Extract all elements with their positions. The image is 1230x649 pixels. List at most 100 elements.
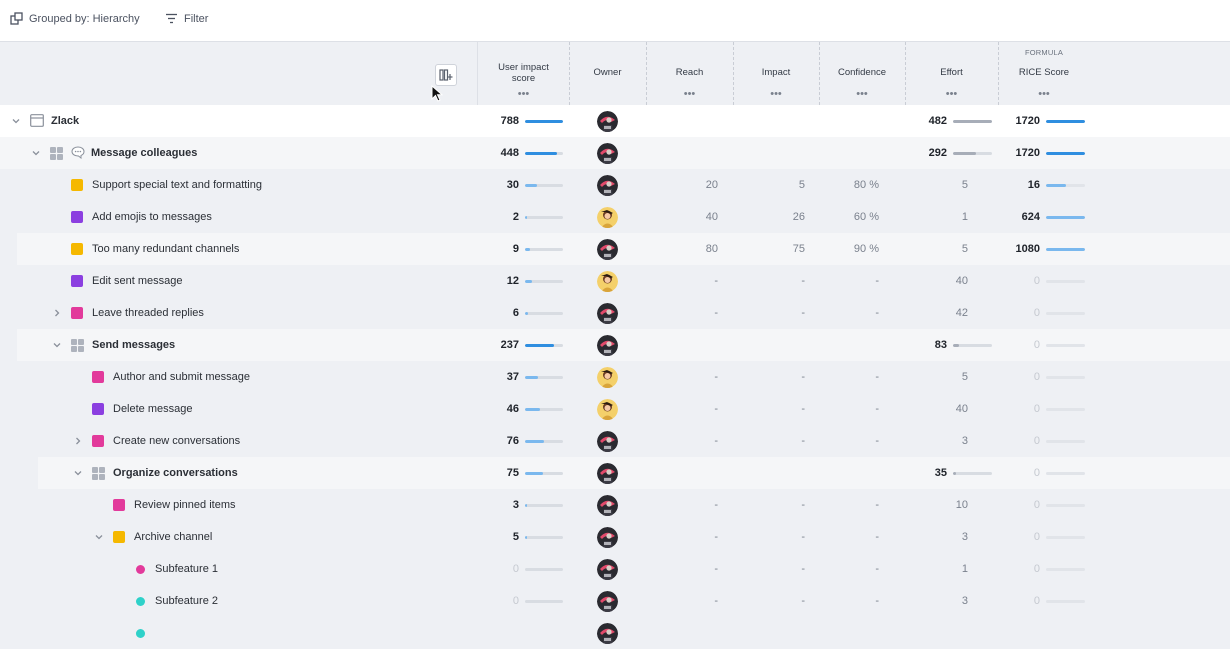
effort-value[interactable]: 35	[905, 457, 947, 489]
row-name[interactable]: Too many redundant channels	[92, 243, 239, 255]
effort-value[interactable]: 40	[905, 265, 968, 297]
reach-value[interactable]: -	[646, 265, 718, 297]
owner-cell[interactable]	[597, 425, 618, 457]
effort-value[interactable]: 482	[905, 105, 947, 137]
owner-cell[interactable]	[597, 617, 618, 649]
chevron-down-icon[interactable]	[51, 339, 63, 351]
confidence-value[interactable]: -	[819, 585, 879, 617]
impact-value[interactable]: -	[733, 297, 805, 329]
row-name[interactable]: Add emojis to messages	[92, 211, 212, 223]
effort-value[interactable]: 40	[905, 393, 968, 425]
reach-value[interactable]: 20	[646, 169, 718, 201]
chevron-down-icon[interactable]	[10, 115, 22, 127]
table-row[interactable]: Archive channel 5- - -3 0	[0, 521, 1230, 553]
column-menu-icon[interactable]: •••	[478, 89, 569, 100]
owner-cell[interactable]	[597, 297, 618, 329]
effort-value[interactable]: 3	[905, 585, 968, 617]
row-name-cell[interactable]: Author and submit message	[0, 361, 470, 393]
reach-value[interactable]	[646, 329, 718, 361]
owner-cell[interactable]	[597, 393, 618, 425]
group-row[interactable]: Organize conversations 75 35 0	[0, 457, 1230, 489]
owner-avatar[interactable]	[597, 622, 618, 644]
row-name-cell[interactable]: Add emojis to messages	[0, 201, 470, 233]
column-impact[interactable]: Impact •••	[733, 42, 819, 105]
confidence-value[interactable]: -	[819, 489, 879, 521]
effort-value[interactable]	[905, 617, 968, 649]
confidence-value[interactable]: -	[819, 553, 879, 585]
confidence-value[interactable]: -	[819, 265, 879, 297]
owner-cell[interactable]	[597, 329, 618, 361]
impact-value[interactable]	[733, 137, 805, 169]
reach-value[interactable]: -	[646, 489, 718, 521]
effort-value[interactable]: 10	[905, 489, 968, 521]
row-name[interactable]: Leave threaded replies	[92, 307, 204, 319]
owner-cell[interactable]	[597, 265, 618, 297]
owner-avatar[interactable]	[597, 558, 618, 580]
owner-avatar[interactable]	[597, 526, 618, 548]
reach-value[interactable]: 80	[646, 233, 718, 265]
row-name-cell[interactable]: Subfeature 1	[0, 553, 470, 585]
effort-value[interactable]: 5	[905, 233, 968, 265]
reach-value[interactable]	[646, 105, 718, 137]
owner-cell[interactable]	[597, 521, 618, 553]
effort-value[interactable]: 1	[905, 553, 968, 585]
owner-cell[interactable]	[597, 201, 618, 233]
effort-value[interactable]: 3	[905, 425, 968, 457]
column-menu-icon[interactable]: •••	[646, 89, 733, 100]
impact-value[interactable]: -	[733, 425, 805, 457]
owner-cell[interactable]	[597, 553, 618, 585]
impact-value[interactable]: -	[733, 393, 805, 425]
column-confidence[interactable]: Confidence •••	[819, 42, 905, 105]
row-name[interactable]: Subfeature 1	[155, 563, 218, 575]
confidence-value[interactable]: 90 %	[819, 233, 879, 265]
confidence-value[interactable]	[819, 457, 879, 489]
impact-value[interactable]: -	[733, 265, 805, 297]
column-menu-icon[interactable]: •••	[998, 89, 1090, 100]
owner-avatar[interactable]	[597, 462, 618, 484]
reach-value[interactable]: 40	[646, 201, 718, 233]
reach-value[interactable]: -	[646, 297, 718, 329]
table-row[interactable]	[0, 617, 1230, 649]
effort-value[interactable]: 83	[905, 329, 947, 361]
table-row[interactable]: Leave threaded replies 6- - -42 0	[0, 297, 1230, 329]
column-menu-icon[interactable]: •••	[733, 89, 819, 100]
row-name[interactable]: Create new conversations	[113, 435, 240, 447]
table-row[interactable]: Add emojis to messages 2 40 26 60 % 1 624	[0, 201, 1230, 233]
column-menu-icon[interactable]: •••	[905, 89, 998, 100]
table-row[interactable]: Author and submit message 37- - -5 0	[0, 361, 1230, 393]
owner-avatar[interactable]	[597, 590, 618, 612]
row-name-cell[interactable]: Send messages	[0, 329, 470, 361]
row-name[interactable]: Send messages	[92, 339, 175, 351]
column-reach[interactable]: Reach •••	[646, 42, 733, 105]
confidence-value[interactable]: -	[819, 521, 879, 553]
owner-avatar[interactable]	[597, 430, 618, 452]
row-name-cell[interactable]: Support special text and formatting	[0, 169, 470, 201]
impact-value[interactable]	[733, 329, 805, 361]
effort-value[interactable]: 292	[905, 137, 947, 169]
owner-avatar[interactable]	[597, 270, 618, 292]
row-name[interactable]: Archive channel	[134, 531, 212, 543]
impact-value[interactable]: 5	[733, 169, 805, 201]
owner-avatar[interactable]	[597, 302, 618, 324]
row-name-cell[interactable]: Archive channel	[0, 521, 470, 553]
table-row[interactable]: Create new conversations 76- - -3 0	[0, 425, 1230, 457]
owner-avatar[interactable]	[597, 366, 618, 388]
reach-value[interactable]	[646, 457, 718, 489]
chevron-down-icon[interactable]	[30, 147, 42, 159]
confidence-value[interactable]	[819, 617, 879, 649]
row-name[interactable]: Message colleagues	[91, 147, 197, 159]
row-name-cell[interactable]: Organize conversations	[0, 457, 470, 489]
chevron-down-icon[interactable]	[72, 467, 84, 479]
row-name-cell[interactable]	[0, 617, 470, 649]
column-menu-icon[interactable]: •••	[819, 89, 905, 100]
row-name-cell[interactable]: Zlack	[0, 105, 470, 137]
impact-value[interactable]: 75	[733, 233, 805, 265]
confidence-value[interactable]	[819, 105, 879, 137]
confidence-value[interactable]: -	[819, 425, 879, 457]
reach-value[interactable]: -	[646, 425, 718, 457]
owner-avatar[interactable]	[597, 238, 618, 260]
owner-cell[interactable]	[597, 361, 618, 393]
effort-value[interactable]: 5	[905, 169, 968, 201]
group-row[interactable]: Zlack 788 482 1720	[0, 105, 1230, 137]
reach-value[interactable]: -	[646, 521, 718, 553]
